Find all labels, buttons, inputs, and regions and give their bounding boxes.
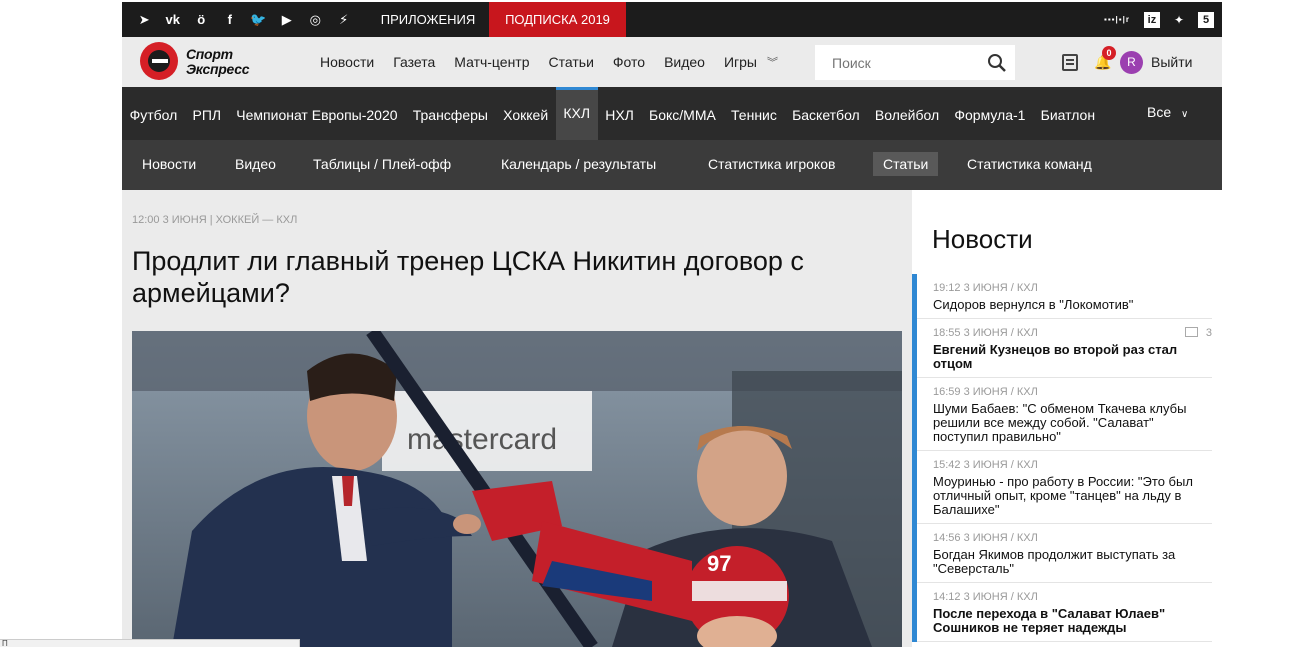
sport-nav-tennis[interactable]: Теннис	[723, 87, 784, 140]
nav-photo[interactable]: Фото	[613, 54, 645, 70]
subnav-player-stats[interactable]: Статистика игроков	[698, 152, 845, 176]
apps-link[interactable]: ПРИЛОЖЕНИЯ	[372, 2, 484, 37]
nav-match-center[interactable]: Матч-центр	[454, 54, 529, 70]
news-title[interactable]: Евгений Кузнецов во второй раз стал отцо…	[933, 343, 1203, 371]
sport-nav-khl[interactable]: КХЛ	[555, 87, 598, 140]
news-item[interactable]: 14:56 3 ИЮНЯ / КХЛ Богдан Якимов продолж…	[917, 524, 1212, 583]
news-meta: 19:12 3 ИЮНЯ / КХЛ	[933, 282, 1038, 294]
sport-nav-boxing-mma[interactable]: Бокс/ММА	[641, 87, 723, 140]
news-meta: 18:55 3 ИЮНЯ / КХЛ	[933, 327, 1038, 339]
subnav-team-stats[interactable]: Статистика команд	[957, 152, 1102, 176]
svg-text:97: 97	[707, 551, 731, 576]
chevron-down-icon[interactable]: ︾	[767, 54, 778, 70]
nav-news[interactable]: Новости	[320, 54, 374, 70]
news-title[interactable]: После перехода в "Салават Юлаев" Сошнико…	[933, 607, 1203, 635]
subnav-calendar-results[interactable]: Календарь / результаты	[491, 152, 666, 176]
page: ➤ vk ö f 🐦 ▶ ◎ ⚡ ПРИЛОЖЕНИЯ ПОДПИСКА 201…	[122, 0, 1222, 647]
sport-nav-biathlon[interactable]: Биатлон	[1033, 87, 1103, 140]
article-photo[interactable]: mastercard 97	[132, 331, 902, 647]
facebook-icon[interactable]: f	[216, 12, 245, 27]
sport-nav-transfers[interactable]: Трансферы	[405, 87, 495, 140]
news-item[interactable]: 16:59 3 ИЮНЯ / КХЛ Шуми Бабаев: "С обмен…	[917, 378, 1212, 451]
search-input[interactable]	[815, 45, 975, 80]
rambler-logo[interactable]: ▪▪▪|▪|r	[1104, 15, 1130, 24]
sport-nav-euro2020[interactable]: Чемпионат Европы-2020	[229, 87, 405, 140]
news-title[interactable]: Сидоров вернулся в "Локомотив"	[933, 298, 1203, 312]
article-meta: 12:00 3 ИЮНЯ | ХОККЕЙ — КХЛ	[132, 214, 298, 226]
browser-status-bar: П	[0, 639, 300, 648]
social-links: ➤ vk ö f 🐦 ▶ ◎ ⚡	[130, 2, 358, 37]
odnoklassniki-icon[interactable]: ö	[187, 12, 216, 27]
rss-icon[interactable]: ⚡	[330, 12, 359, 28]
news-title[interactable]: Богдан Якимов продолжит выступать за "Се…	[933, 548, 1203, 576]
telegram-icon[interactable]: ➤	[130, 12, 159, 28]
partner-star-icon[interactable]: ✦	[1174, 13, 1184, 27]
article-area: 12:00 3 ИЮНЯ | ХОККЕЙ — КХЛ Продлит ли г…	[122, 190, 912, 647]
izvestia-logo[interactable]: iz	[1143, 11, 1160, 28]
subnav-news[interactable]: Новости	[132, 152, 206, 176]
news-meta: 16:59 3 ИЮНЯ / КХЛ	[933, 386, 1038, 398]
article-title: Продлит ли главный тренер ЦСКА Никитин д…	[132, 246, 804, 308]
sport-nav-volleyball[interactable]: Волейбол	[867, 87, 946, 140]
comments-count[interactable]: 3	[1184, 327, 1212, 339]
svg-text:mastercard: mastercard	[407, 423, 557, 456]
header-user-area: 🔔 0 R Выйти	[1062, 37, 1192, 87]
sidebar-heading: Новости	[932, 224, 1033, 254]
newspaper-icon[interactable]	[1062, 53, 1078, 71]
main-nav: Новости Газета Матч-центр Статьи Фото Ви…	[320, 37, 778, 87]
news-meta: 14:56 3 ИЮНЯ / КХЛ	[933, 532, 1038, 544]
subnav-video[interactable]: Видео	[225, 152, 286, 176]
youtube-icon[interactable]: ▶	[273, 12, 302, 28]
subnav-tables-playoff[interactable]: Таблицы / Плей-офф	[303, 152, 461, 176]
sport-nav: Футбол РПЛ Чемпионат Европы-2020 Трансфе…	[122, 87, 1222, 140]
search-icon[interactable]	[987, 53, 1007, 73]
news-list: 19:12 3 ИЮНЯ / КХЛ Сидоров вернулся в "Л…	[912, 274, 1212, 642]
sport-nav-hockey[interactable]: Хоккей	[496, 87, 556, 140]
hockey-photo-illustration: mastercard 97	[132, 331, 902, 647]
sport-nav-rpl[interactable]: РПЛ	[185, 87, 229, 140]
sport-nav-formula1[interactable]: Формула-1	[947, 87, 1033, 140]
search-box	[815, 45, 1015, 80]
comment-icon	[1184, 327, 1198, 337]
news-title[interactable]: Шуми Бабаев: "С обменом Ткачева клубы ре…	[933, 402, 1203, 444]
nav-newspaper[interactable]: Газета	[393, 54, 435, 70]
nav-games[interactable]: Игры	[724, 54, 757, 70]
section-subnav: Новости Видео Таблицы / Плей-офф Календа…	[122, 140, 1222, 190]
site-logo[interactable]: Спорт Экспресс	[140, 42, 270, 82]
sport-nav-basketball[interactable]: Баскетбол	[784, 87, 867, 140]
news-item[interactable]: 19:12 3 ИЮНЯ / КХЛ Сидоров вернулся в "Л…	[917, 274, 1212, 319]
partner-logos: ▪▪▪|▪|r iz ✦ 5	[1104, 2, 1214, 37]
top-bar: ➤ vk ö f 🐦 ▶ ◎ ⚡ ПРИЛОЖЕНИЯ ПОДПИСКА 201…	[122, 2, 1222, 37]
sport-nav-football[interactable]: Футбол	[122, 87, 185, 140]
news-title[interactable]: Моуринью - про работу в России: "Это был…	[933, 475, 1203, 517]
chevron-down-icon: ∨	[1181, 109, 1189, 120]
news-item[interactable]: 15:42 3 ИЮНЯ / КХЛ Моуринью - про работу…	[917, 451, 1212, 524]
news-item[interactable]: 14:12 3 ИЮНЯ / КХЛ После перехода в "Сал…	[917, 583, 1212, 642]
sport-nav-nhl[interactable]: НХЛ	[598, 87, 642, 140]
nav-articles[interactable]: Статьи	[549, 54, 594, 70]
nav-video[interactable]: Видео	[664, 54, 705, 70]
notification-badge: 0	[1102, 46, 1116, 60]
bell-icon[interactable]: 🔔 0	[1094, 46, 1116, 70]
subnav-articles[interactable]: Статьи	[873, 152, 939, 176]
news-sidebar: Новости 19:12 3 ИЮНЯ / КХЛ Сидоров верну…	[912, 190, 1222, 647]
site-header: Спорт Экспресс Новости Газета Матч-центр…	[122, 37, 1222, 87]
news-meta: 14:12 3 ИЮНЯ / КХЛ	[933, 591, 1038, 603]
sport-nav-all[interactable]: Все ∨	[1147, 87, 1188, 140]
news-item[interactable]: 18:55 3 ИЮНЯ / КХЛ 3 Евгений Кузнецов во…	[917, 319, 1212, 378]
subscribe-button[interactable]: ПОДПИСКА 2019	[489, 2, 626, 37]
twitter-icon[interactable]: 🐦	[244, 12, 273, 28]
news-meta: 15:42 3 ИЮНЯ / КХЛ	[933, 459, 1038, 471]
logo-text: Спорт Экспресс	[186, 46, 250, 77]
avatar[interactable]: R	[1120, 50, 1143, 74]
logo-mark	[140, 42, 178, 80]
instagram-icon[interactable]: ◎	[301, 12, 330, 28]
vk-icon[interactable]: vk	[159, 12, 188, 27]
logout-link[interactable]: Выйти	[1151, 54, 1192, 70]
channel5-logo[interactable]: 5	[1198, 11, 1214, 28]
